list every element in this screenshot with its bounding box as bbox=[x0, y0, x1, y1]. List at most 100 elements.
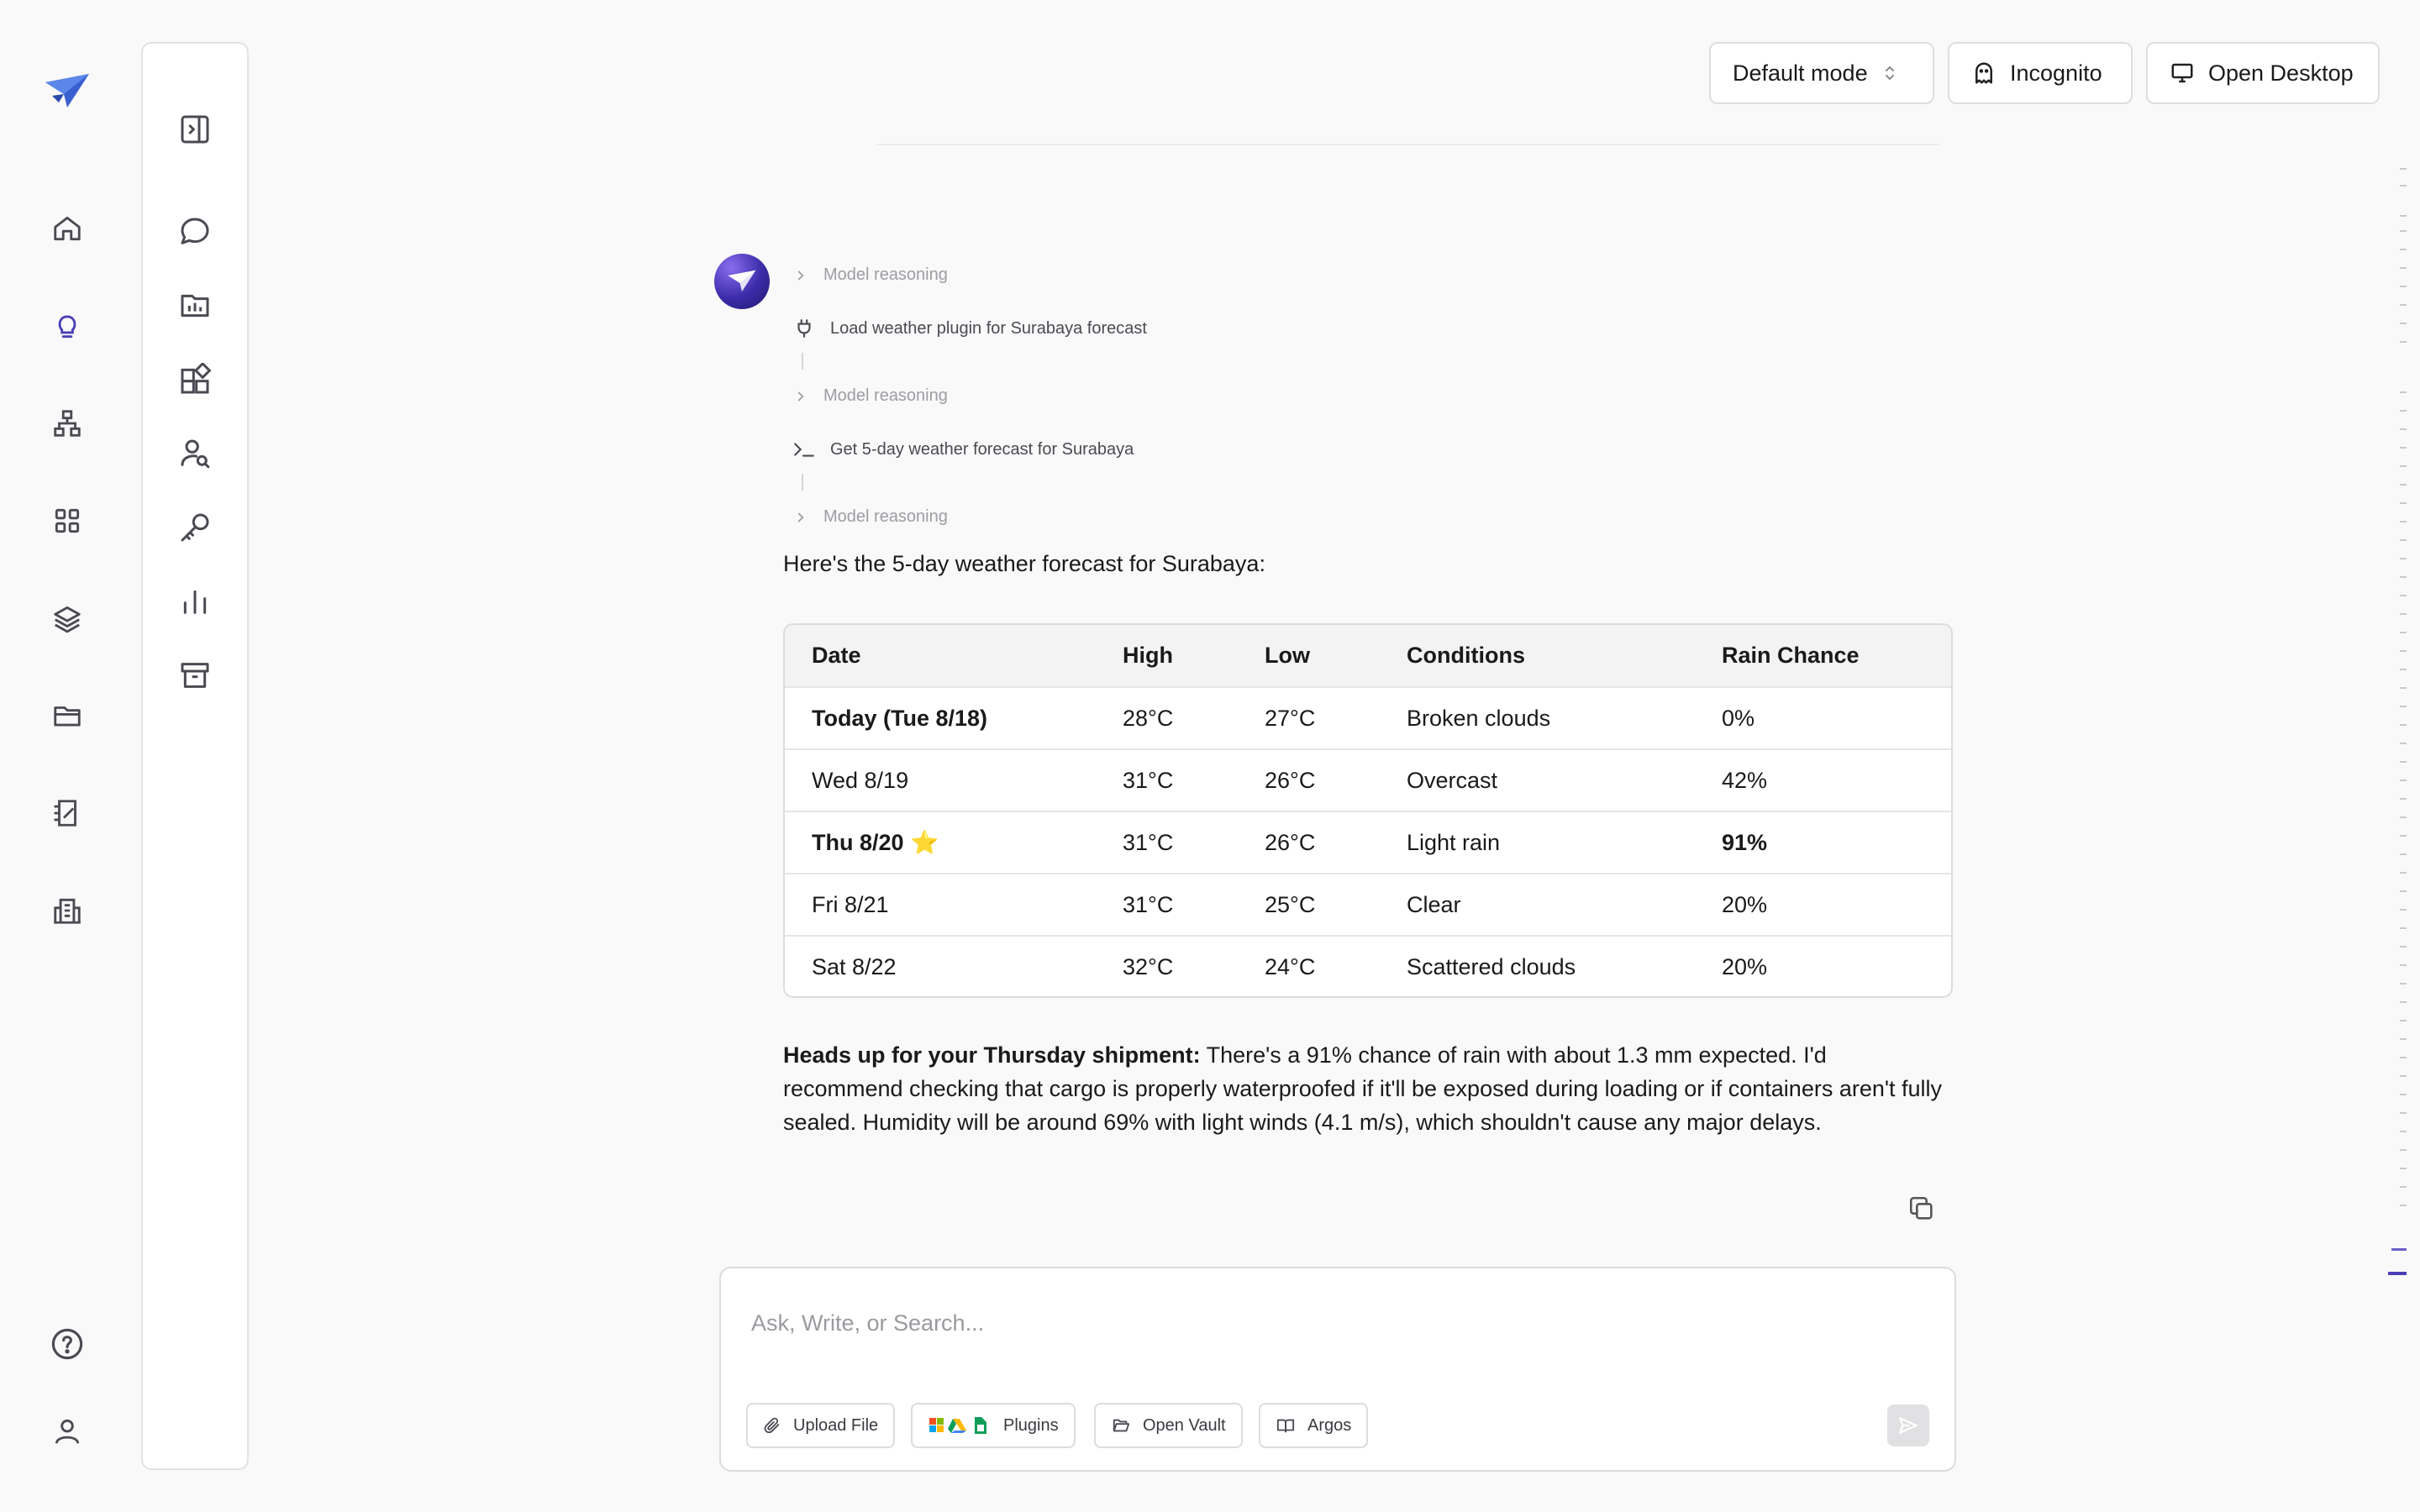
minimap-marker[interactable] bbox=[2400, 286, 2407, 287]
key-icon[interactable] bbox=[171, 504, 218, 551]
mode-select[interactable]: Default mode bbox=[1709, 42, 1934, 104]
minimap-marker[interactable] bbox=[2400, 465, 2407, 467]
minimap-marker[interactable] bbox=[2400, 669, 2407, 670]
minimap-marker[interactable] bbox=[2400, 1038, 2407, 1040]
plugins-label: Plugins bbox=[1003, 1415, 1059, 1435]
minimap-marker[interactable] bbox=[2400, 780, 2407, 781]
help-icon[interactable] bbox=[44, 1320, 91, 1368]
chat-input[interactable] bbox=[751, 1302, 1844, 1344]
plugins-button[interactable]: Plugins bbox=[911, 1403, 1076, 1448]
minimap-marker[interactable] bbox=[2388, 1272, 2407, 1275]
argos-button[interactable]: Argos bbox=[1259, 1403, 1369, 1448]
minimap-marker[interactable] bbox=[2400, 1168, 2407, 1169]
conversation-minimap[interactable] bbox=[2388, 165, 2407, 1290]
minimap-marker[interactable] bbox=[2400, 447, 2407, 449]
minimap-marker[interactable] bbox=[2400, 576, 2407, 578]
open-desktop-button[interactable]: Open Desktop bbox=[2146, 42, 2380, 104]
apps-grid-icon[interactable] bbox=[44, 497, 91, 544]
minimap-marker[interactable] bbox=[2400, 632, 2407, 633]
layers-icon[interactable] bbox=[44, 595, 91, 642]
minimap-marker[interactable] bbox=[2400, 650, 2407, 652]
minimap-marker[interactable] bbox=[2400, 323, 2407, 324]
minimap-marker[interactable] bbox=[2400, 391, 2407, 393]
minimap-marker[interactable] bbox=[2400, 798, 2407, 800]
minimap-marker[interactable] bbox=[2400, 428, 2407, 430]
app-logo-icon[interactable] bbox=[42, 71, 92, 113]
folder-icon[interactable] bbox=[44, 692, 91, 739]
minimap-marker[interactable] bbox=[2400, 964, 2407, 966]
minimap-marker[interactable] bbox=[2400, 946, 2407, 948]
model-reasoning-toggle[interactable]: Model reasoning bbox=[793, 507, 948, 527]
minimap-marker[interactable] bbox=[2400, 1020, 2407, 1021]
home-icon[interactable] bbox=[44, 205, 91, 252]
minimap-marker[interactable] bbox=[2400, 613, 2407, 615]
minimap-marker[interactable] bbox=[2400, 341, 2407, 343]
minimap-marker[interactable] bbox=[2400, 724, 2407, 726]
minimap-marker[interactable] bbox=[2400, 1131, 2407, 1132]
folder-chart-icon[interactable] bbox=[171, 282, 218, 329]
chat-bubble-icon[interactable] bbox=[171, 208, 218, 255]
minimap-marker[interactable] bbox=[2400, 743, 2407, 744]
minimap-marker[interactable] bbox=[2400, 484, 2407, 486]
archive-icon[interactable] bbox=[171, 652, 218, 699]
minimap-marker[interactable] bbox=[2400, 1112, 2407, 1114]
minimap-marker[interactable] bbox=[2400, 267, 2407, 269]
minimap-marker[interactable] bbox=[2400, 230, 2407, 232]
minimap-marker[interactable] bbox=[2400, 872, 2407, 874]
minimap-marker[interactable] bbox=[2400, 1149, 2407, 1151]
minimap-marker[interactable] bbox=[2400, 687, 2407, 689]
minimap-marker[interactable] bbox=[2400, 890, 2407, 892]
table-cell: Today (Tue 8/18) bbox=[785, 687, 1096, 750]
copy-icon[interactable] bbox=[1907, 1194, 1938, 1225]
model-reasoning-toggle[interactable]: Model reasoning bbox=[793, 386, 948, 406]
step-label: Model reasoning bbox=[823, 507, 948, 526]
minimap-marker[interactable] bbox=[2400, 1057, 2407, 1058]
incognito-button[interactable]: Incognito bbox=[1948, 42, 2133, 104]
user-search-icon[interactable] bbox=[171, 430, 218, 477]
notebook-icon[interactable] bbox=[44, 790, 91, 837]
lightbulb-icon[interactable] bbox=[44, 302, 91, 349]
minimap-marker[interactable] bbox=[2400, 168, 2407, 170]
send-button[interactable] bbox=[1887, 1404, 1929, 1446]
widgets-icon[interactable] bbox=[171, 356, 218, 403]
minimap-marker[interactable] bbox=[2400, 249, 2407, 250]
building-icon[interactable] bbox=[44, 887, 91, 934]
org-chart-icon[interactable] bbox=[44, 400, 91, 447]
minimap-marker[interactable] bbox=[2400, 410, 2407, 412]
table-row: Today (Tue 8/18) 28°C 27°C Broken clouds… bbox=[785, 687, 1951, 750]
minimap-marker[interactable] bbox=[2400, 1186, 2407, 1188]
minimap-marker[interactable] bbox=[2400, 927, 2407, 929]
minimap-marker[interactable] bbox=[2400, 1205, 2407, 1206]
minimap-marker[interactable] bbox=[2400, 983, 2407, 984]
model-reasoning-toggle[interactable]: Model reasoning bbox=[793, 265, 948, 285]
minimap-marker[interactable] bbox=[2400, 215, 2407, 217]
open-vault-button[interactable]: Open Vault bbox=[1094, 1403, 1243, 1448]
table-cell: Sat 8/22 bbox=[812, 954, 897, 979]
minimap-marker[interactable] bbox=[2400, 1075, 2407, 1077]
tool-step[interactable]: Load weather plugin for Surabaya forecas… bbox=[790, 318, 1147, 339]
minimap-marker[interactable] bbox=[2400, 521, 2407, 522]
table-cell: 25°C bbox=[1238, 874, 1380, 937]
minimap-marker[interactable] bbox=[2400, 502, 2407, 504]
minimap-marker[interactable] bbox=[2400, 185, 2407, 186]
minimap-marker[interactable] bbox=[2400, 853, 2407, 855]
minimap-marker[interactable] bbox=[2400, 761, 2407, 763]
minimap-marker[interactable] bbox=[2400, 539, 2407, 541]
minimap-marker[interactable] bbox=[2400, 706, 2407, 707]
user-icon[interactable] bbox=[44, 1408, 91, 1455]
minimap-marker[interactable] bbox=[2400, 595, 2407, 596]
table-cell: Overcast bbox=[1380, 749, 1695, 812]
minimap-marker[interactable] bbox=[2400, 816, 2407, 818]
minimap-marker[interactable] bbox=[2400, 1001, 2407, 1003]
minimap-marker[interactable] bbox=[2400, 304, 2407, 306]
upload-file-button[interactable]: Upload File bbox=[746, 1403, 896, 1448]
sidebar-toggle-icon[interactable] bbox=[171, 106, 218, 153]
table-row: Wed 8/19 31°C 26°C Overcast 42% bbox=[785, 749, 1951, 812]
minimap-marker[interactable] bbox=[2400, 909, 2407, 911]
bar-chart-icon[interactable] bbox=[171, 578, 218, 625]
minimap-marker[interactable] bbox=[2400, 558, 2407, 559]
tool-step[interactable]: Get 5-day weather forecast for Surabaya bbox=[790, 438, 1134, 460]
minimap-marker[interactable] bbox=[2400, 1094, 2407, 1095]
minimap-marker[interactable] bbox=[2400, 835, 2407, 837]
minimap-marker[interactable] bbox=[2391, 1248, 2407, 1251]
